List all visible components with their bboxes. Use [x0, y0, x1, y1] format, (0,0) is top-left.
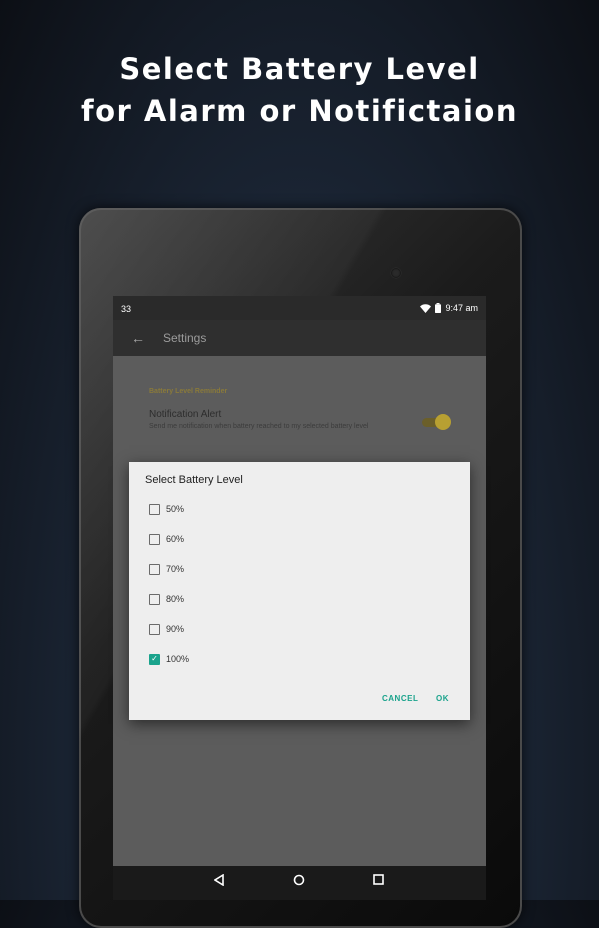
status-bar: 33 9:47 am	[113, 296, 486, 320]
checkbox[interactable]	[149, 563, 160, 575]
option-50[interactable]: 50%	[149, 500, 184, 518]
checkbox[interactable]	[149, 503, 160, 515]
option-70[interactable]: 70%	[149, 560, 184, 578]
status-time: 9:47 am	[445, 303, 478, 313]
camera-icon	[391, 268, 401, 278]
wifi-icon	[420, 303, 432, 313]
battery-icon	[435, 303, 442, 313]
arrow-back-icon[interactable]: ←	[131, 330, 145, 346]
checkbox-checked[interactable]: ✓	[149, 653, 160, 665]
section-header: Battery Level Reminder	[149, 388, 228, 395]
system-nav-bar	[113, 866, 486, 900]
option-label: 100%	[166, 654, 190, 664]
ok-button[interactable]: OK	[436, 694, 449, 703]
notification-alert-title[interactable]: Notification Alert	[149, 409, 221, 420]
cancel-button[interactable]: CANCEL	[382, 694, 418, 703]
option-label: 70%	[166, 564, 185, 574]
app-bar: ← Settings	[113, 320, 486, 356]
promo-line-2: for Alarm or Notifictaion	[80, 94, 518, 128]
promo-line-1: Select Battery Level	[119, 52, 480, 86]
recents-square-icon[interactable]	[373, 874, 384, 885]
notification-alert-summary: Send me notification when battery reache…	[149, 423, 369, 430]
checkbox[interactable]	[149, 533, 160, 545]
option-label: 50%	[166, 504, 185, 514]
option-label: 90%	[166, 624, 185, 634]
option-label: 60%	[166, 534, 185, 544]
option-60[interactable]: 60%	[149, 530, 184, 548]
page-title: Settings	[163, 331, 207, 345]
back-triangle-icon[interactable]	[214, 874, 224, 886]
notification-toggle-thumb[interactable]	[435, 414, 451, 430]
option-90[interactable]: 90%	[149, 620, 184, 638]
checkbox[interactable]	[149, 623, 160, 635]
option-80[interactable]: 80%	[149, 590, 184, 608]
promo-heading: Select Battery Level for Alarm or Notifi…	[0, 48, 599, 132]
option-label: 80%	[166, 594, 185, 604]
battery-level-dialog: Select Battery Level 50% 60% 70% 80% 90%…	[129, 462, 470, 720]
status-notification-count: 33	[121, 304, 132, 314]
status-right-group: 9:47 am	[420, 303, 478, 313]
dialog-title: Select Battery Level	[145, 474, 243, 486]
checkbox[interactable]	[149, 593, 160, 605]
home-circle-icon[interactable]	[293, 874, 305, 886]
option-100[interactable]: ✓ 100%	[149, 650, 189, 668]
